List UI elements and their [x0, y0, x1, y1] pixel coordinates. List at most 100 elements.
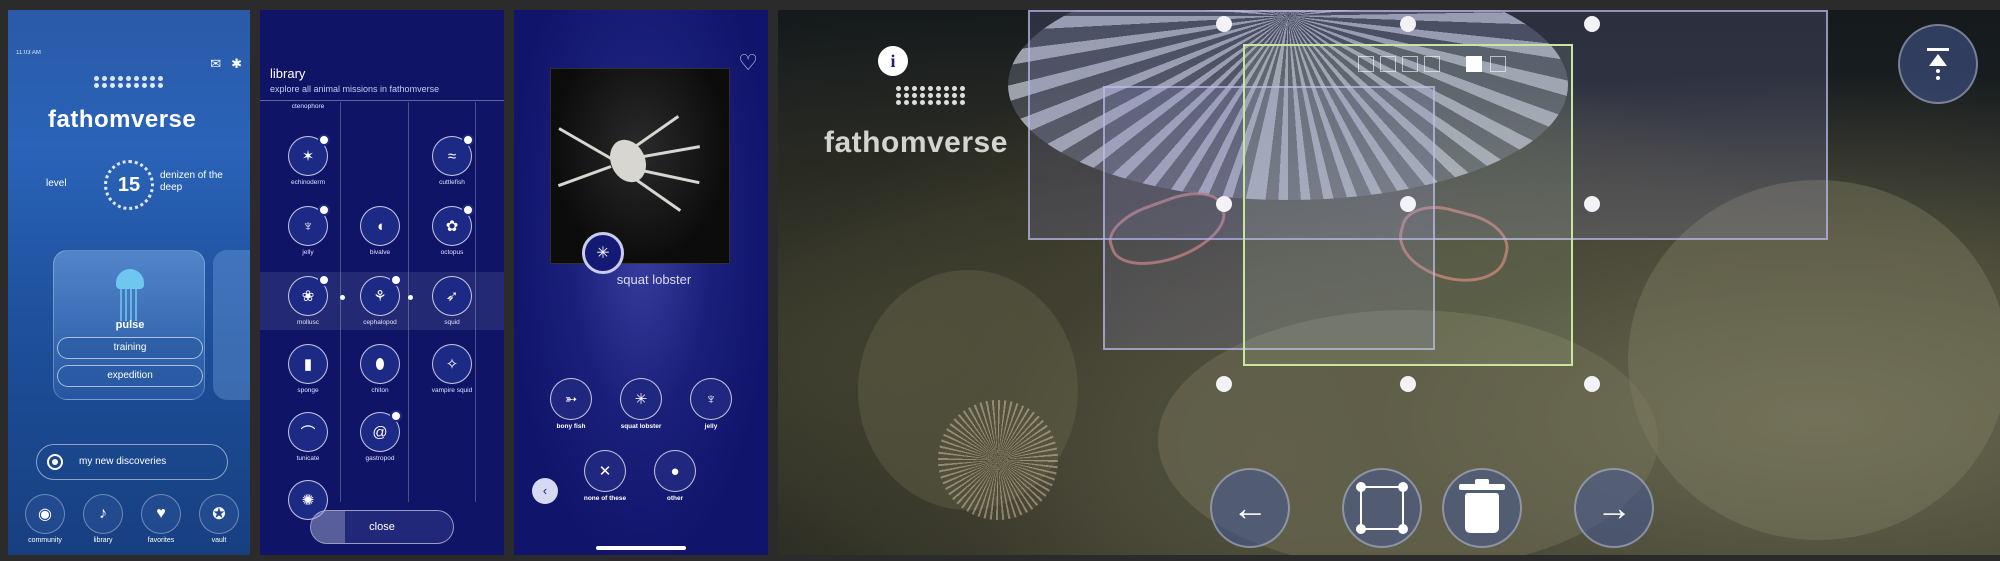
library-item[interactable]: @ gastropod — [350, 410, 410, 462]
resize-handle[interactable] — [1216, 196, 1232, 212]
fish-icon: ➳ — [550, 378, 592, 420]
option-jelly[interactable]: ♆ jelly — [680, 378, 742, 430]
library-item[interactable]: ⌒ tunicate — [278, 412, 338, 462]
library-title: library — [270, 66, 306, 81]
specimen-photo — [550, 68, 730, 264]
library-item[interactable]: ⬮ chiton — [350, 344, 410, 394]
training-button[interactable]: training — [57, 337, 203, 359]
collapse-menu-button[interactable] — [1898, 24, 1978, 104]
rank-title: denizen of the deep — [160, 170, 223, 193]
lobster-icon: ✳ — [620, 378, 662, 420]
level-label: level — [46, 178, 67, 189]
urchin-image — [938, 400, 1058, 520]
library-item[interactable]: ✧ vampire squid — [422, 344, 482, 394]
library-item[interactable]: ⚘ cephalopod — [350, 274, 410, 326]
mission-card-pulse[interactable]: pulse training expedition — [53, 250, 205, 400]
status-time: 11:03 AM — [16, 50, 41, 56]
bivalve-icon: ◖ — [360, 206, 400, 246]
logo-dots-icon — [94, 76, 164, 88]
jelly-icon: ♆ — [690, 378, 732, 420]
resize-handle[interactable] — [1584, 376, 1600, 392]
next-mission-card[interactable] — [213, 250, 250, 400]
resize-handle[interactable] — [1400, 376, 1416, 392]
mollusc-icon: ❀ — [288, 274, 330, 316]
gastropod-icon: @ — [360, 410, 402, 452]
resize-handle[interactable] — [1400, 16, 1416, 32]
tab-library[interactable]: ♪ library — [78, 494, 128, 544]
library-subtitle: explore all animal missions in fathomver… — [270, 84, 440, 94]
cephalopod-icon: ⚘ — [360, 274, 402, 316]
library-screen: library explore all animal missions in f… — [260, 10, 504, 555]
mission-title: pulse — [115, 319, 145, 331]
library-item[interactable]: ▮ sponge — [278, 344, 338, 394]
selected-handle[interactable] — [1466, 56, 1482, 72]
back-arrow-icon[interactable]: ‹ — [532, 478, 558, 504]
option-none[interactable]: ✕ none of these — [574, 450, 636, 502]
library-item[interactable]: ➶ squid — [422, 276, 482, 326]
home-screen: 11:03 AM ✉ ✱ fathomverse level 15 denize… — [8, 10, 250, 555]
classification-screen: ♡ ✳ squat lobster ➳ bony fish ✳ squat lo… — [514, 10, 768, 555]
arrow-up-icon — [1929, 54, 1947, 66]
draw-box-button[interactable] — [1342, 468, 1422, 548]
squid-icon: ➶ — [432, 276, 472, 316]
arrow-left-icon: ← — [1232, 487, 1268, 528]
library-item[interactable]: ✿ octopus — [422, 204, 482, 256]
library-item[interactable]: ≈ cuttlefish — [422, 134, 482, 186]
gear-icon[interactable]: ✱ — [231, 56, 242, 72]
previous-button[interactable]: ← — [1210, 468, 1290, 548]
chiton-icon: ⬮ — [360, 344, 400, 384]
library-item[interactable]: ◖ bivalve — [350, 206, 410, 256]
cuttlefish-icon: ≈ — [432, 134, 474, 176]
resize-handle[interactable] — [1216, 16, 1232, 32]
library-item[interactable]: ✶ echinoderm — [278, 134, 338, 186]
vampire-squid-icon: ✧ — [432, 344, 472, 384]
option-bony-fish[interactable]: ➳ bony fish — [540, 378, 602, 430]
bottom-tab-bar: ◉ community ♪ library ♥ favorites ✪ vaul… — [8, 494, 250, 554]
annotation-screen: i fathomverse ← → — [778, 10, 2000, 555]
selected-label: squat lobster — [616, 272, 692, 287]
next-button[interactable]: → — [1574, 468, 1654, 548]
sponge-icon: ▮ — [288, 344, 328, 384]
option-other[interactable]: ● other — [644, 450, 706, 502]
resize-handle[interactable] — [1216, 376, 1232, 392]
logo-dots-icon — [896, 86, 966, 105]
starfish-icon: ✶ — [288, 134, 330, 176]
close-icon: ✕ — [584, 450, 626, 492]
selected-squat-lobster-icon: ✳ — [582, 232, 624, 274]
resize-handle[interactable] — [1584, 16, 1600, 32]
info-icon[interactable]: i — [878, 46, 908, 76]
jelly-icon: ♆ — [288, 204, 330, 246]
close-button[interactable]: close — [310, 510, 454, 544]
brand-logo: fathomverse — [48, 106, 197, 133]
header-icons: ✉ ✱ — [210, 56, 242, 72]
microphone-icon: ♪ — [83, 494, 123, 534]
jelly-icon — [116, 269, 144, 289]
tab-vault[interactable]: ✪ vault — [194, 494, 244, 544]
tab-favorites[interactable]: ♥ favorites — [136, 494, 186, 544]
award-icon: ✪ — [199, 494, 239, 534]
level-badge: 15 — [104, 160, 154, 210]
resize-handle[interactable] — [1400, 196, 1416, 212]
library-item[interactable]: ctenophore — [278, 100, 338, 110]
tunicate-icon: ⌒ — [288, 412, 328, 452]
bounding-box-icon — [1356, 482, 1408, 534]
favorite-heart-icon[interactable]: ♡ — [738, 50, 758, 76]
library-item[interactable]: ♆ jelly — [278, 204, 338, 256]
heart-icon: ♥ — [141, 494, 181, 534]
mail-icon[interactable]: ✉ — [210, 56, 221, 72]
home-indicator — [596, 546, 686, 550]
discord-icon: ◉ — [25, 494, 65, 534]
octopus-icon: ✿ — [432, 204, 474, 246]
arrow-right-icon: → — [1596, 487, 1632, 528]
option-squat-lobster[interactable]: ✳ squat lobster — [610, 378, 672, 430]
expedition-button[interactable]: expedition — [57, 365, 203, 387]
library-item[interactable]: ❀ mollusc — [278, 274, 338, 326]
new-discoveries-button[interactable]: my new discoveries — [36, 444, 228, 480]
delete-button[interactable] — [1442, 468, 1522, 548]
target-icon — [47, 454, 63, 470]
resize-handle[interactable] — [1584, 196, 1600, 212]
tab-community[interactable]: ◉ community — [20, 494, 70, 544]
pin-icon: ● — [654, 450, 696, 492]
brand-logo: fathomverse — [824, 126, 1008, 159]
trash-icon — [1459, 479, 1505, 533]
